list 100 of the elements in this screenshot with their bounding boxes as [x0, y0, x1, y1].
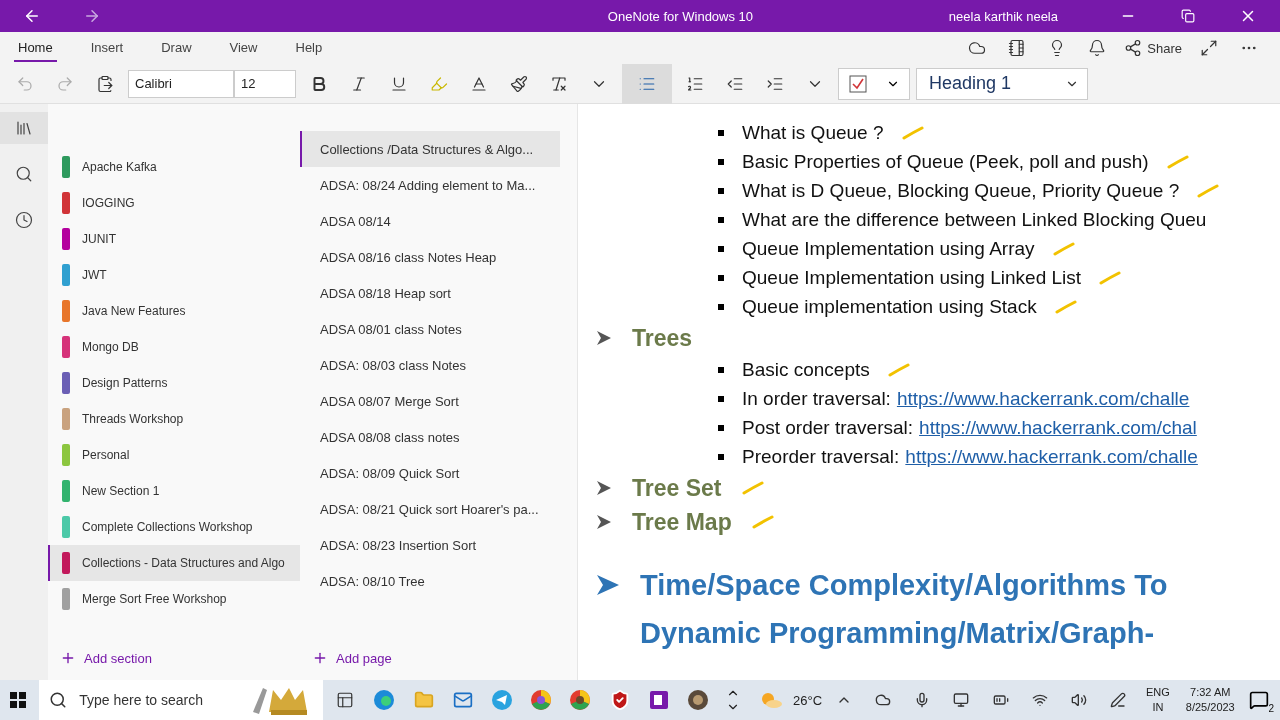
notebook-icon[interactable]	[1008, 39, 1027, 57]
expand-icon[interactable]	[1200, 39, 1218, 57]
section-item[interactable]: Collections - Data Structures and Algo	[48, 545, 300, 581]
font-field[interactable]: Calibri	[128, 69, 234, 98]
ribbon-tab[interactable]: View	[225, 34, 262, 62]
wifi-icon[interactable]	[1031, 692, 1048, 708]
ribbon-tab[interactable]: Draw	[157, 34, 196, 62]
page-item[interactable]: Collections /Data Structures & Algo...	[300, 131, 560, 167]
monitor-icon[interactable]	[953, 692, 970, 708]
notebook-app-icon[interactable]	[647, 689, 670, 711]
section-item[interactable]: Apache Kafka	[48, 149, 300, 185]
mail-icon[interactable]	[452, 690, 473, 710]
heading-text: Tree Map	[632, 508, 732, 536]
section-item[interactable]: JWT	[48, 257, 300, 293]
notebooks-button[interactable]	[0, 112, 48, 144]
title-text: Dynamic Programming/Matrix/Graph-	[640, 616, 1155, 650]
page-item[interactable]: ADSA: 08/23 Insertion Sort	[300, 527, 560, 563]
bullet-text: In order traversal:	[742, 387, 891, 410]
battery-icon[interactable]	[992, 692, 1009, 708]
section-item[interactable]: Complete Collections Workshop	[48, 509, 300, 545]
font-size-field[interactable]: 12	[234, 69, 296, 98]
bullet-icon	[718, 303, 724, 310]
page-item[interactable]: ADSA: 08/03 class Notes	[300, 347, 560, 383]
section-item[interactable]: Personal	[48, 437, 300, 473]
title-text: Time/Space Complexity/Algorithms To	[640, 568, 1168, 602]
share-button[interactable]: Share	[1120, 33, 1186, 63]
notebooks-icon	[15, 119, 33, 137]
heading-text: Trees	[632, 324, 693, 352]
forward-icon[interactable]	[83, 7, 101, 25]
section-item[interactable]: Mongo DB	[48, 329, 300, 365]
browser-icon[interactable]	[569, 689, 592, 711]
restore-icon[interactable]	[1181, 9, 1195, 23]
sync-icon[interactable]	[968, 39, 987, 57]
bullet-icon	[718, 274, 724, 281]
arrow-bullet-icon	[596, 514, 612, 530]
underline-icon[interactable]	[390, 74, 408, 93]
section-item[interactable]: IOGGING	[48, 185, 300, 221]
bullet-text: Queue Implementation using Linked List	[742, 266, 1082, 289]
cloud-icon[interactable]	[874, 692, 891, 708]
clock-date[interactable]: 8/25/2023	[1185, 700, 1235, 715]
section-item[interactable]: New Section 1	[48, 473, 300, 509]
bullet-icon	[718, 395, 724, 402]
style-dropdown[interactable]: Heading 1	[916, 67, 1088, 100]
section-item[interactable]: Threads Workshop	[48, 401, 300, 437]
clipboard-icon[interactable]	[96, 74, 114, 93]
bullet-text: What is Queue ?	[742, 121, 884, 144]
hyperlink[interactable]: https://www.hackerrank.com/chal	[919, 416, 1197, 439]
page-item[interactable]: ADSA 08/16 class Notes Heap	[300, 239, 560, 275]
ribbon-tab[interactable]: Home	[14, 34, 57, 62]
bullet-text: Queue Implementation using Array	[742, 237, 1035, 260]
page-item[interactable]: ADSA: 08/24 Adding element to Ma...	[300, 167, 560, 203]
window-title: OneNote for Windows 10	[606, 8, 755, 24]
heading-text: Tree Set	[632, 474, 722, 502]
paintbrush-icon[interactable]	[510, 74, 528, 93]
page-item[interactable]: ADSA 08/07 Merge Sort	[300, 383, 560, 419]
bullet-icon	[718, 187, 724, 194]
volume-icon[interactable]	[1071, 692, 1088, 708]
search-icon	[15, 165, 33, 183]
region[interactable]: IN	[1152, 700, 1164, 715]
start-icon[interactable]	[9, 692, 26, 708]
hyperlink[interactable]: https://www.hackerrank.com/challe	[905, 445, 1198, 468]
add-section-button[interactable]: Add section	[48, 640, 300, 676]
italic-icon[interactable]	[350, 74, 368, 93]
page-item[interactable]: ADSA: 08/21 Quick sort Hoarer's pa...	[300, 491, 560, 527]
page-item[interactable]: ADSA: 08/10 Tree	[300, 563, 560, 599]
clock-time[interactable]: 7:32 AM	[1190, 685, 1231, 700]
app-icon[interactable]	[687, 689, 710, 711]
search-field[interactable]: Type here to search	[39, 680, 324, 720]
ribbon-tab[interactable]: Help	[291, 34, 327, 62]
pen-icon[interactable]	[1110, 692, 1127, 708]
plus-icon	[312, 650, 328, 666]
language[interactable]: ENG	[1145, 685, 1170, 700]
bullet-icon	[718, 453, 724, 460]
page-item[interactable]: ADSA 08/14	[300, 203, 560, 239]
hyperlink[interactable]: https://www.hackerrank.com/challe	[896, 387, 1190, 410]
send-icon[interactable]	[491, 689, 513, 711]
back-icon[interactable]	[23, 7, 41, 25]
search-icon	[49, 691, 68, 709]
browser-icon[interactable]	[373, 689, 396, 711]
clear-formatting-icon[interactable]	[550, 74, 568, 93]
browser-icon[interactable]	[530, 689, 553, 711]
ribbon-tab[interactable]: Insert	[86, 34, 128, 62]
bell-icon[interactable]	[1088, 39, 1107, 57]
share-icon	[1124, 39, 1143, 57]
temperature[interactable]: 26°C	[793, 692, 823, 708]
section-item[interactable]: JUNIT	[48, 221, 300, 257]
task-view-icon[interactable]	[336, 691, 355, 709]
section-item[interactable]: Design Patterns	[48, 365, 300, 401]
page-item[interactable]: ADSA: 08/09 Quick Sort	[300, 455, 560, 491]
bullet-text: Basic Properties of Queue (Peek, poll and push)	[742, 150, 1149, 173]
bullet-icon	[718, 216, 724, 223]
page-item[interactable]: ADSA 08/08 class notes	[300, 419, 560, 455]
page-item[interactable]: ADSA 08/01 class Notes	[300, 311, 560, 347]
section-item[interactable]: Merge Sort Free Workshop	[48, 581, 300, 617]
checkbox-tag-icon	[848, 74, 867, 93]
notifications-icon[interactable]	[1249, 690, 1270, 710]
page-item[interactable]: ADSA 08/18 Heap sort	[300, 275, 560, 311]
numbered-list-icon[interactable]	[686, 74, 704, 93]
add-page-button[interactable]: Add page	[300, 640, 577, 676]
section-item[interactable]: Java New Features	[48, 293, 300, 329]
